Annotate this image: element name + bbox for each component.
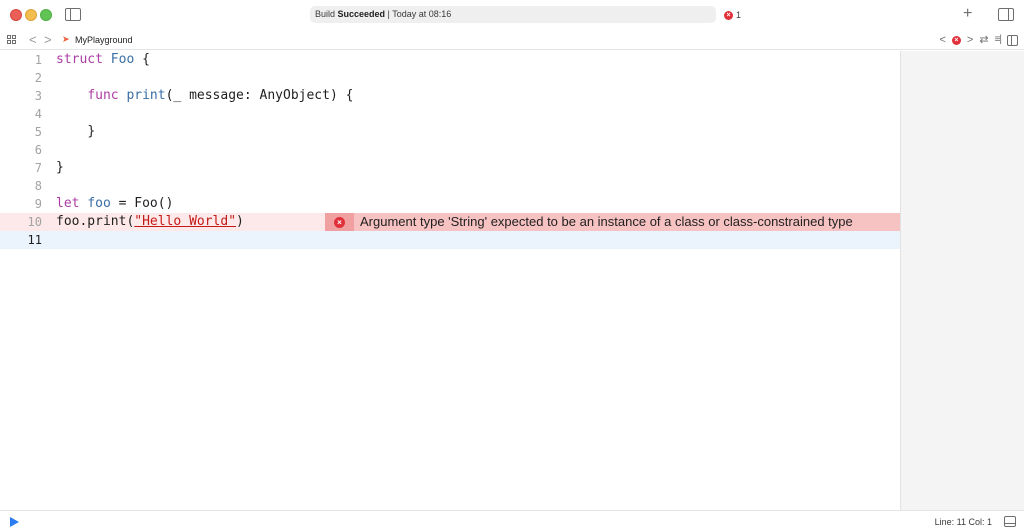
code-line-error[interactable]: 10 foo.print("Hello World") × Argument t… xyxy=(0,213,900,231)
jump-bar-tools: < × > ⇄ ≡| xyxy=(939,33,1018,47)
line-number: 6 xyxy=(34,143,42,157)
function-name: print xyxy=(126,88,166,103)
line-number: 10 xyxy=(27,215,42,229)
chevron-left-icon[interactable]: < xyxy=(29,31,37,48)
activity-time: | Today at 08:16 xyxy=(385,9,452,19)
window-titlebar: Build Succeeded | Today at 08:16 × 1 + xyxy=(0,0,1024,30)
inspector-toggle-icon[interactable] xyxy=(998,8,1014,21)
results-sidebar xyxy=(900,51,1024,510)
chevron-right-icon[interactable]: > xyxy=(44,31,52,48)
issue-indicator[interactable]: × 1 xyxy=(724,9,741,21)
console-toggle-icon[interactable] xyxy=(1004,516,1016,527)
error-icon[interactable]: × xyxy=(951,35,961,45)
code-line[interactable]: 2 xyxy=(0,69,900,87)
line-number: 8 xyxy=(34,179,42,193)
error-message: Argument type 'String' expected to be an… xyxy=(360,214,853,229)
add-icon[interactable]: + xyxy=(963,5,972,23)
line-number: 11 xyxy=(27,233,42,247)
minimize-window-icon[interactable] xyxy=(25,9,37,21)
code-line-current[interactable]: 11 xyxy=(0,231,900,249)
code-punct: } xyxy=(56,160,64,175)
breadcrumb-playground[interactable]: MyPlayground xyxy=(75,34,133,46)
jump-bar: < > ➤ MyPlayground < × > ⇄ ≡| xyxy=(0,30,1024,50)
code-line[interactable]: 7 } xyxy=(0,159,900,177)
line-number: 3 xyxy=(34,89,42,103)
error-banner-icon-cell[interactable]: × xyxy=(325,213,354,231)
issue-count: 1 xyxy=(736,10,742,20)
keyword: func xyxy=(87,88,119,103)
code-params: (_ message: AnyObject) { xyxy=(165,88,354,103)
sidebar-toggle-icon[interactable] xyxy=(65,8,81,21)
code-line[interactable]: 6 xyxy=(0,141,900,159)
next-issue-icon[interactable]: > xyxy=(967,33,973,47)
code-line[interactable]: 4 xyxy=(0,105,900,123)
activity-status: Build Succeeded | Today at 08:16 xyxy=(310,6,716,23)
close-window-icon[interactable] xyxy=(10,9,22,21)
code-text[interactable]: struct Foo { xyxy=(56,51,150,69)
build-status: Succeeded xyxy=(337,9,386,19)
code-call: foo.print( xyxy=(56,214,135,229)
code-punct: { xyxy=(134,52,150,67)
canvas-toggle-icon[interactable] xyxy=(1007,34,1018,46)
string-literal: "Hello World" xyxy=(134,214,237,229)
activity-prefix: Build xyxy=(315,9,338,19)
swift-icon: ➤ xyxy=(62,34,70,44)
line-number: 4 xyxy=(34,107,42,121)
line-number: 2 xyxy=(34,71,42,85)
variable-name: foo xyxy=(87,196,111,211)
error-icon: × xyxy=(334,216,345,228)
line-number: 7 xyxy=(34,161,42,175)
keyword: let xyxy=(56,196,80,211)
grid-icon[interactable] xyxy=(7,35,17,45)
status-bar: Line: 11 Col: 1 xyxy=(0,510,1024,532)
code-line[interactable]: 5 } xyxy=(0,123,900,141)
previous-issue-icon[interactable]: < xyxy=(939,33,945,47)
keyword: struct xyxy=(56,52,103,67)
code-text[interactable]: } xyxy=(56,159,64,177)
line-number: 5 xyxy=(34,125,42,139)
swap-icon[interactable]: ⇄ xyxy=(979,33,988,47)
code-rest: = Foo() xyxy=(110,196,174,211)
line-number: 1 xyxy=(34,53,42,67)
zoom-window-icon[interactable] xyxy=(40,9,52,21)
type-name: Foo xyxy=(110,52,135,67)
error-banner[interactable]: × Argument type 'String' expected to be … xyxy=(325,213,900,231)
code-editor[interactable]: 1 struct Foo { 2 3 func print(_ message:… xyxy=(0,51,900,510)
code-punct: } xyxy=(87,124,96,139)
code-punct: ) xyxy=(236,214,244,229)
code-text[interactable]: func print(_ message: AnyObject) { xyxy=(56,87,353,105)
cursor-position: Line: 11 Col: 1 xyxy=(934,517,992,527)
code-line[interactable]: 8 xyxy=(0,177,900,195)
error-icon: × xyxy=(724,10,733,20)
code-line[interactable]: 3 func print(_ message: AnyObject) { xyxy=(0,87,900,105)
code-text[interactable]: foo.print("Hello World") xyxy=(56,213,244,231)
code-text[interactable]: } xyxy=(56,123,95,141)
run-icon[interactable] xyxy=(10,517,19,527)
code-line[interactable]: 1 struct Foo { xyxy=(0,51,900,69)
code-line[interactable]: 9 let foo = Foo() xyxy=(0,195,900,213)
code-text[interactable]: let foo = Foo() xyxy=(56,195,173,213)
lines-icon[interactable]: ≡| xyxy=(995,33,1003,47)
line-number: 9 xyxy=(34,197,42,211)
